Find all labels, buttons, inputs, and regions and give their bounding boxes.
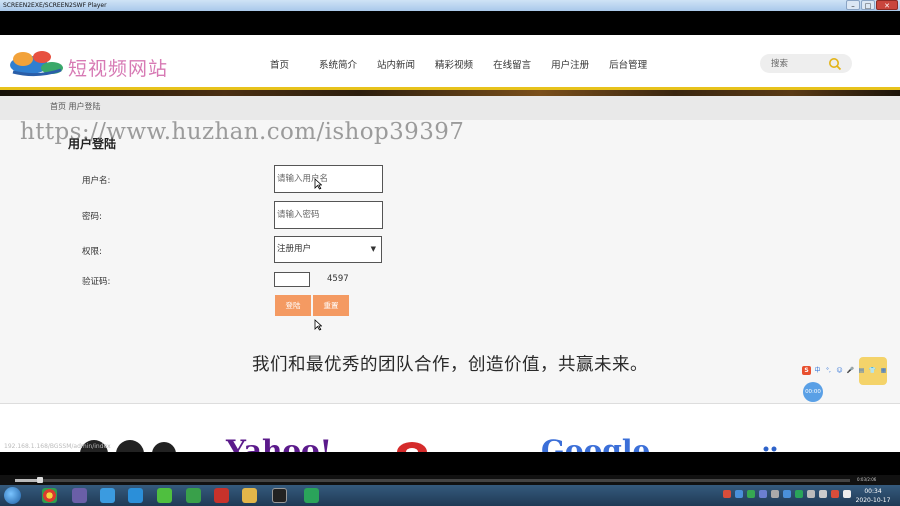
partner-weibo-icon (397, 442, 427, 452)
breadcrumb-band (0, 96, 900, 120)
search-input[interactable] (771, 56, 831, 71)
search-icon[interactable] (828, 57, 842, 71)
clock-date: 2020-10-17 (855, 497, 891, 504)
partner-yahoo: Yahoo! (226, 434, 332, 453)
nav-item-register[interactable]: 用户注册 (551, 57, 589, 71)
site-header: 短视频网站 首页 系统简介 站内新闻 精彩视频 在线留言 用户注册 后台管理 (0, 35, 900, 88)
captcha-input[interactable] (274, 272, 310, 287)
tray-icon[interactable] (831, 490, 839, 498)
app-icon-1[interactable] (72, 488, 87, 503)
playback-time: 0:03/2:06 (857, 477, 877, 482)
tray-icon[interactable] (783, 490, 791, 498)
search-box (760, 54, 852, 73)
app-icon-4[interactable] (157, 488, 172, 503)
player-app-icon[interactable] (304, 488, 319, 503)
system-tray (723, 490, 851, 498)
role-label: 权限: (82, 247, 102, 257)
nav-item-videos[interactable]: 精彩视频 (435, 57, 473, 71)
qq-icon[interactable] (272, 488, 287, 503)
ime-punctuation-icon[interactable]: °, (824, 366, 833, 375)
playback-thumb[interactable] (37, 477, 43, 483)
breadcrumb: 首页 用户登陆 (50, 102, 101, 111)
maximize-button[interactable]: □ (861, 0, 875, 10)
tray-icon[interactable] (795, 490, 803, 498)
app-icon-3[interactable] (128, 488, 143, 503)
main-nav: 首页 系统简介 站内新闻 精彩视频 在线留言 用户注册 后台管理 (270, 57, 667, 71)
username-label: 用户名: (82, 176, 111, 186)
role-select-value: 注册用户 (277, 244, 312, 254)
tray-icon[interactable] (723, 490, 731, 498)
partner-logos: Yahoo! Google 192.168.1.168/BGSSM/admin/… (0, 404, 900, 452)
captcha-code[interactable]: 4597 (327, 274, 349, 284)
username-input[interactable] (274, 165, 383, 193)
ime-toolbar[interactable]: S 中 °, ☺ 🎤 ▤ 👕 ▦ (802, 363, 900, 377)
clock-time: 00:34 (864, 488, 882, 495)
close-button[interactable]: ✕ (876, 0, 898, 10)
taskbar-clock[interactable]: 00:34 2020-10-17 (853, 487, 893, 505)
role-select[interactable]: 注册用户 ▼ (274, 236, 382, 263)
password-label: 密码: (82, 212, 102, 222)
tray-icon[interactable] (735, 490, 743, 498)
network-icon[interactable] (843, 490, 851, 498)
nav-item-about[interactable]: 系统简介 (319, 57, 357, 71)
web-page: 短视频网站 首页 系统简介 站内新闻 精彩视频 在线留言 用户注册 后台管理 首 (0, 35, 900, 452)
site-logo-text[interactable]: 短视频网站 (68, 54, 168, 81)
partner-google: Google (541, 434, 651, 453)
tray-icon[interactable] (807, 490, 815, 498)
slogan: 我们和最优秀的团队合作，创造价值，共赢未来。 (252, 355, 648, 375)
ime-skin-icon[interactable]: 👕 (868, 366, 877, 375)
app-icon-2[interactable] (100, 488, 115, 503)
chevron-down-icon: ▼ (370, 245, 376, 253)
captcha-label: 验证码: (82, 277, 111, 287)
screen: SCREEN2EXE/SCREEN2SWF Player – □ ✕ 短视频网站… (0, 0, 900, 506)
window-titlebar: SCREEN2EXE/SCREEN2SWF Player – □ ✕ (0, 0, 900, 11)
nav-item-admin[interactable]: 后台管理 (609, 57, 647, 71)
window-title: SCREEN2EXE/SCREEN2SWF Player (3, 2, 107, 9)
ime-language-icon[interactable]: 中 (813, 366, 822, 375)
flash-icon[interactable] (214, 488, 229, 503)
nav-item-messages[interactable]: 在线留言 (493, 57, 531, 71)
app-icon-5[interactable] (186, 488, 201, 503)
chrome-icon[interactable] (42, 488, 57, 503)
ime-voice-icon[interactable]: 🎤 (846, 366, 855, 375)
ime-keyboard-icon[interactable]: ▤ (857, 366, 866, 375)
reset-button[interactable]: 重置 (313, 295, 349, 316)
volume-icon[interactable] (819, 490, 827, 498)
float-timer-badge[interactable]: 00:00 (803, 382, 823, 402)
nav-item-home[interactable]: 首页 (270, 57, 289, 71)
ime-toolbox-icon[interactable]: ▦ (879, 366, 888, 375)
player-controls: 0:03/2:06 (0, 475, 900, 485)
site-logo-icon[interactable] (9, 48, 66, 78)
sogou-ime-icon[interactable]: S (802, 365, 811, 375)
password-input[interactable] (274, 201, 383, 229)
ime-emoji-icon[interactable]: ☺ (835, 366, 844, 375)
windows-taskbar: 00:34 2020-10-17 (0, 485, 900, 506)
nav-item-news[interactable]: 站内新闻 (377, 57, 415, 71)
window-controls: – □ ✕ (846, 0, 898, 11)
watermark-text: https://www.huzhan.com/ishop39397 (20, 119, 465, 145)
start-button[interactable] (4, 487, 21, 504)
login-button[interactable]: 登陆 (275, 295, 311, 316)
server-address: 192.168.1.168/BGSSM/admin/index (4, 443, 111, 450)
minimize-button[interactable]: – (846, 0, 860, 10)
mouse-cursor-icon (314, 178, 322, 190)
tray-icon[interactable] (771, 490, 779, 498)
folder-icon[interactable] (242, 488, 257, 503)
tray-icon[interactable] (759, 490, 767, 498)
partner-logo-5-icon (763, 446, 777, 452)
tray-icon[interactable] (747, 490, 755, 498)
hand-cursor-icon (314, 319, 322, 331)
playback-progress[interactable] (15, 479, 850, 482)
